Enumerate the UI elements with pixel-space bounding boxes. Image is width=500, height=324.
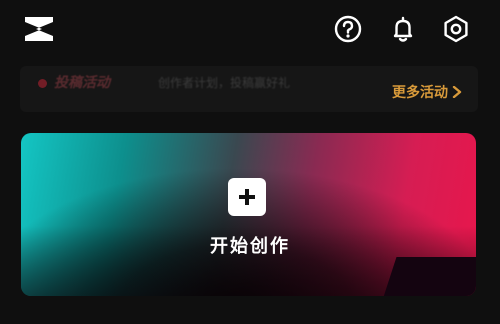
- help-icon[interactable]: [333, 14, 363, 44]
- banner-title: 投稿活动: [54, 75, 110, 91]
- top-bar: [0, 0, 500, 62]
- settings-icon[interactable]: [441, 14, 471, 44]
- more-activities-link[interactable]: 更多活动: [392, 82, 462, 102]
- card-corner-shadow: [383, 257, 476, 296]
- start-creation-label: 开始创作: [210, 236, 290, 257]
- banner-subtitle: 创作者计划，投稿赢好礼: [158, 76, 291, 90]
- plus-icon[interactable]: [228, 178, 266, 216]
- bottom-strip: [0, 304, 500, 324]
- activity-banner[interactable]: 投稿活动 创作者计划，投稿赢好礼 更多活动: [20, 66, 478, 112]
- banner-dot-icon: [38, 79, 47, 88]
- bell-icon[interactable]: [388, 14, 418, 44]
- chevron-right-icon: [452, 86, 462, 98]
- capcut-logo-icon: [25, 17, 53, 41]
- app-screen: 投稿活动 创作者计划，投稿赢好礼 更多活动 开始创作: [0, 0, 500, 324]
- more-activities-label: 更多活动: [392, 85, 448, 101]
